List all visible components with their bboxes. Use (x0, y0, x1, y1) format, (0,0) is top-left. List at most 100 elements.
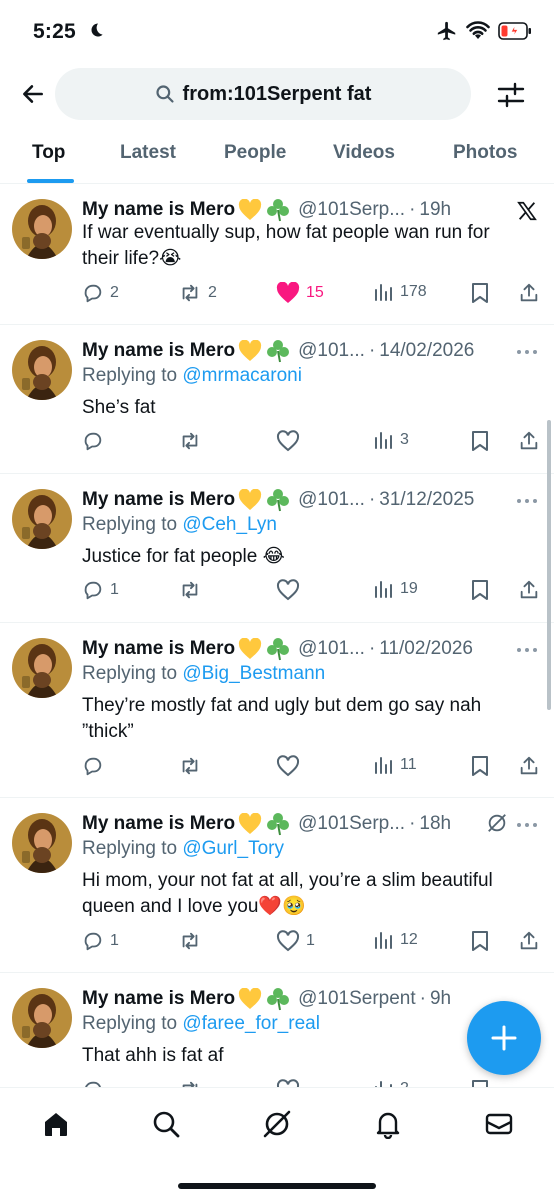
display-name[interactable]: My name is Mero (82, 988, 235, 1010)
retweet-icon (182, 432, 198, 450)
share-button[interactable] (518, 579, 540, 601)
like-button[interactable] (276, 1079, 300, 1087)
views-button[interactable]: 11 (374, 755, 417, 775)
display-name[interactable]: My name is Mero (82, 340, 235, 362)
nav-notifications[interactable] (368, 1104, 408, 1144)
reply-button[interactable] (82, 430, 110, 452)
like-button[interactable] (276, 755, 306, 777)
display-name[interactable]: My name is Mero (82, 638, 235, 660)
tab-latest[interactable]: Latest (120, 142, 176, 164)
more-icon[interactable] (514, 488, 540, 514)
tweet-text: Justice for fat people 😂 (82, 546, 285, 567)
reply-mention[interactable]: @faree_for_real (182, 1013, 320, 1034)
heart-icon (276, 930, 300, 952)
search-input[interactable]: from:101Serpent fat (55, 68, 471, 120)
tweet[interactable]: My name is Mero @101... · 11/02/2026 Reply… (0, 623, 554, 798)
share-button[interactable] (518, 282, 540, 304)
compose-post-button[interactable] (467, 1001, 541, 1075)
timestamp[interactable]: 14/02/2026 (379, 340, 474, 362)
reply-button[interactable]: 1 (82, 930, 119, 952)
tab-people[interactable]: People (224, 142, 286, 164)
timestamp[interactable]: 18h (419, 813, 451, 835)
reply-button[interactable] (82, 1079, 104, 1087)
like-button[interactable]: 15 (276, 282, 324, 304)
display-name[interactable]: My name is Mero (82, 199, 235, 221)
share-button[interactable] (518, 430, 540, 452)
more-icon[interactable] (514, 812, 540, 838)
tweet[interactable]: My name is Mero @101... · 31/12/2025 Reply… (0, 474, 554, 623)
shamrock-icon (267, 813, 290, 836)
retweet-button[interactable] (178, 930, 208, 952)
views-button[interactable]: 2 (374, 1079, 409, 1087)
retweet-count: 2 (208, 284, 217, 301)
reply-mention[interactable]: @Ceh_Lyn (182, 514, 277, 535)
views-button[interactable]: 178 (374, 282, 427, 302)
grok-icon[interactable] (486, 812, 508, 839)
back-button[interactable] (16, 77, 50, 111)
share-icon (520, 931, 538, 950)
shamrock-icon (267, 988, 290, 1011)
replying-to-prefix: Replying to (82, 514, 183, 535)
timestamp[interactable]: 11/02/2026 (379, 638, 473, 660)
like-button[interactable]: 1 (276, 930, 315, 952)
reply-button[interactable]: 1 (82, 579, 119, 601)
reply-mention[interactable]: @Big_Bestmann (182, 663, 325, 684)
avatar[interactable] (12, 813, 72, 873)
avatar[interactable] (12, 340, 72, 400)
tweet[interactable]: My name is Mero @101Serp... · 19h If war e… (0, 184, 554, 325)
display-name[interactable]: My name is Mero (82, 813, 235, 835)
search-filters-button[interactable] (494, 78, 528, 112)
tab-videos[interactable]: Videos (333, 142, 395, 164)
like-button[interactable] (276, 430, 306, 452)
share-button[interactable] (518, 930, 540, 952)
bookmark-button[interactable] (470, 579, 490, 601)
retweet-icon (182, 932, 198, 950)
nav-explore[interactable] (146, 1104, 186, 1144)
display-name[interactable]: My name is Mero (82, 489, 235, 511)
avatar[interactable] (12, 988, 72, 1048)
bookmark-button[interactable] (470, 930, 490, 952)
avatar[interactable] (12, 489, 72, 549)
views-button[interactable]: 12 (374, 930, 418, 950)
views-chart-icon (375, 932, 392, 949)
tab-top[interactable]: Top (32, 142, 65, 164)
views-button[interactable]: 3 (374, 430, 409, 450)
like-button[interactable] (276, 579, 306, 601)
bookmark-button[interactable] (470, 1079, 490, 1087)
views-count: 12 (400, 931, 418, 948)
share-button[interactable] (518, 755, 540, 777)
more-icon[interactable] (514, 339, 540, 365)
avatar[interactable] (12, 199, 72, 259)
reply-button[interactable]: 2 (82, 282, 119, 304)
avatar[interactable] (12, 638, 72, 698)
bookmark-button[interactable] (470, 282, 490, 304)
retweet-button[interactable] (178, 755, 208, 777)
tweet-feed[interactable]: My name is Mero @101Serp... · 19h If war e… (0, 184, 554, 1087)
nav-grok[interactable] (257, 1104, 297, 1144)
reply-mention[interactable]: @mrmacaroni (182, 365, 302, 386)
more-icon[interactable] (514, 637, 540, 663)
bookmark-button[interactable] (470, 430, 490, 452)
views-button[interactable]: 19 (374, 579, 418, 599)
yellow-heart-icon (239, 988, 262, 1009)
retweet-button[interactable] (178, 579, 208, 601)
timestamp[interactable]: 19h (419, 199, 451, 221)
share-icon (520, 283, 538, 302)
tweet[interactable]: My name is Mero @101Serp... · 18h Replying… (0, 798, 554, 973)
nav-messages[interactable] (479, 1104, 519, 1144)
tab-photos[interactable]: Photos (453, 142, 517, 164)
views-chart-icon (375, 581, 392, 598)
timestamp[interactable]: 31/12/2025 (379, 489, 474, 511)
reply-mention[interactable]: @Gurl_Tory (182, 838, 284, 859)
retweet-button[interactable]: 2 (178, 282, 217, 304)
nav-home[interactable] (36, 1104, 76, 1144)
retweet-button[interactable] (178, 1079, 202, 1087)
timestamp[interactable]: 9h (430, 988, 451, 1010)
tweet[interactable]: My name is Mero @101... · 14/02/2026 Reply… (0, 325, 554, 474)
scrollbar[interactable] (547, 420, 551, 710)
retweet-button[interactable] (178, 430, 208, 452)
reply-button[interactable] (82, 755, 110, 777)
avatar-image (12, 988, 72, 1048)
grok-icon (263, 1110, 291, 1138)
bookmark-button[interactable] (470, 755, 490, 777)
